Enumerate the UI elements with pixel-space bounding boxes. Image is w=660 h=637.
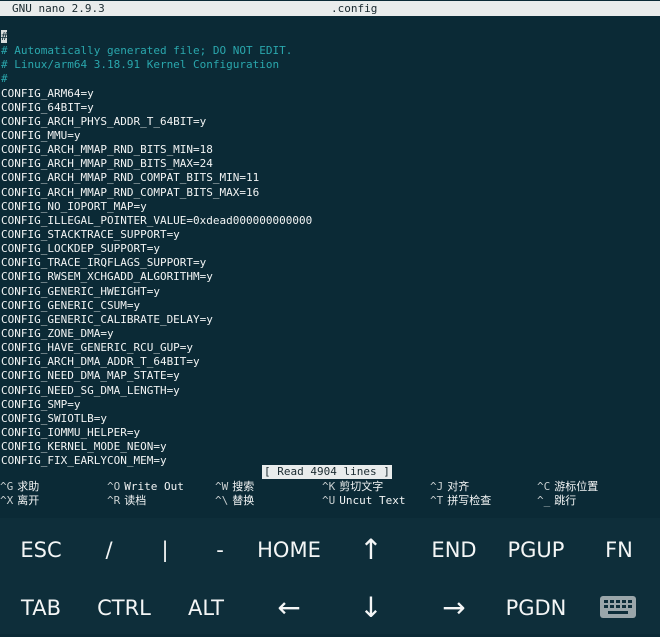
- shortcut-key: ^_: [537, 494, 551, 507]
- editor-line[interactable]: CONFIG_ARCH_MMAP_RND_COMPAT_BITS_MIN=11: [1, 171, 657, 185]
- shortcut-key: ^X: [0, 494, 14, 507]
- editor-line[interactable]: CONFIG_ZONE_DMA=y: [1, 327, 657, 341]
- shortcut-label: 搜索: [232, 480, 255, 493]
- shortcut-exit[interactable]: ^X 离开: [0, 494, 39, 508]
- terminal-window: GNU nano 2.9.3 .config # # Automatically…: [0, 0, 660, 518]
- status-message: [ Read 4904 lines ]: [262, 465, 392, 479]
- editor-line[interactable]: CONFIG_TRACE_IRQFLAGS_SUPPORT=y: [1, 256, 657, 270]
- shortcut-search[interactable]: ^W 搜索: [215, 480, 254, 494]
- editor-line[interactable]: # Linux/arm64 3.18.91 Kernel Configurati…: [1, 58, 657, 72]
- editor-line[interactable]: CONFIG_IOMMU_HELPER=y: [1, 426, 657, 440]
- editor-line[interactable]: CONFIG_ARCH_DMA_ADDR_T_64BIT=y: [1, 355, 657, 369]
- shortcut-key: ^\: [215, 494, 229, 507]
- key-tab[interactable]: TAB: [0, 579, 82, 637]
- shortcut-label: 求助: [17, 480, 40, 493]
- key-end[interactable]: END: [413, 521, 495, 579]
- key-up-arrow[interactable]: ↑: [330, 521, 412, 579]
- shortcut-key: ^T: [430, 494, 444, 507]
- shortcut-label: 剪切文字: [339, 480, 384, 493]
- key-left-arrow[interactable]: ←: [248, 579, 330, 637]
- editor-line[interactable]: CONFIG_ARCH_MMAP_RND_BITS_MIN=18: [1, 143, 657, 157]
- editor-line[interactable]: CONFIG_NEED_SG_DMA_LENGTH=y: [1, 384, 657, 398]
- shortcut-cursor-position[interactable]: ^C 游标位置: [537, 480, 598, 494]
- shortcut-bar: ^G 求助 ^O Write Out ^W 搜索 ^K 剪切文字 ^J 对齐 ^C 游标位置…: [0, 480, 660, 510]
- editor-line[interactable]: CONFIG_NEED_DMA_MAP_STATE=y: [1, 369, 657, 383]
- key-pgup[interactable]: PGUP: [495, 521, 577, 579]
- shortcut-key: ^G: [0, 480, 14, 493]
- shortcut-label: 读档: [124, 494, 147, 507]
- shortcut-label: 拼写检查: [447, 494, 492, 507]
- editor-line[interactable]: CONFIG_LOCKDEP_SUPPORT=y: [1, 242, 657, 256]
- key-right-arrow[interactable]: →: [413, 579, 495, 637]
- shortcut-key: ^C: [537, 480, 551, 493]
- key-alt[interactable]: ALT: [165, 579, 247, 637]
- editor-line[interactable]: CONFIG_ARCH_PHYS_ADDR_T_64BIT=y: [1, 115, 657, 129]
- text-cursor: #: [1, 30, 8, 43]
- shortcut-read-file[interactable]: ^R 读档: [107, 494, 146, 508]
- file-name: .config: [331, 2, 378, 15]
- editor-line[interactable]: CONFIG_ARCH_MMAP_RND_COMPAT_BITS_MAX=16: [1, 186, 657, 200]
- editor-line[interactable]: CONFIG_HAVE_GENERIC_RCU_GUP=y: [1, 341, 657, 355]
- shortcut-key: ^W: [215, 480, 229, 493]
- shortcut-go-to-line[interactable]: ^_ 跳行: [537, 494, 576, 508]
- editor-line[interactable]: CONFIG_SMP=y: [1, 398, 657, 412]
- editor-line[interactable]: CONFIG_NO_IOPORT_MAP=y: [1, 200, 657, 214]
- shortcut-justify[interactable]: ^J 对齐: [430, 480, 469, 494]
- shortcut-label: 离开: [17, 494, 40, 507]
- key-fn[interactable]: FN: [578, 521, 660, 579]
- editor-line[interactable]: CONFIG_GENERIC_HWEIGHT=y: [1, 285, 657, 299]
- shortcut-write-out[interactable]: ^O Write Out: [107, 480, 184, 494]
- editor-line[interactable]: # Automatically generated file; DO NOT E…: [1, 44, 657, 58]
- editor-line[interactable]: CONFIG_ILLEGAL_POINTER_VALUE=0xdead00000…: [1, 214, 657, 228]
- shortcut-key: ^K: [322, 480, 336, 493]
- shortcut-spell-check[interactable]: ^T 拼写检查: [430, 494, 491, 508]
- shortcut-label: 跳行: [554, 494, 577, 507]
- key-pgdn[interactable]: PGDN: [495, 579, 577, 637]
- shortcut-replace[interactable]: ^\ 替换: [215, 494, 254, 508]
- keyboard-icon[interactable]: [598, 592, 638, 622]
- shortcut-label: 游标位置: [554, 480, 599, 493]
- editor-line[interactable]: #: [1, 72, 657, 86]
- editor-line-cursor[interactable]: #: [1, 30, 657, 44]
- shortcut-uncut-text[interactable]: ^U Uncut Text: [322, 494, 405, 508]
- editor-line[interactable]: CONFIG_RWSEM_XCHGADD_ALGORITHM=y: [1, 270, 657, 284]
- editor-line[interactable]: CONFIG_ARCH_MMAP_RND_BITS_MAX=24: [1, 157, 657, 171]
- nano-version: GNU nano 2.9.3: [12, 2, 105, 15]
- key-ctrl[interactable]: CTRL: [83, 579, 165, 637]
- shortcut-label: 对齐: [447, 480, 470, 493]
- shortcut-cut-text[interactable]: ^K 剪切文字: [322, 480, 383, 494]
- editor-line[interactable]: CONFIG_SWIOTLB=y: [1, 412, 657, 426]
- editor-area[interactable]: # # Automatically generated file; DO NOT…: [1, 30, 657, 468]
- key-down-arrow[interactable]: ↓: [330, 579, 412, 637]
- editor-line[interactable]: CONFIG_ARM64=y: [1, 87, 657, 101]
- editor-line[interactable]: CONFIG_MMU=y: [1, 129, 657, 143]
- shortcut-label: Uncut Text: [339, 494, 406, 507]
- key-home[interactable]: HOME: [248, 521, 330, 579]
- shortcut-key: ^J: [430, 480, 444, 493]
- editor-line[interactable]: CONFIG_KERNEL_MODE_NEON=y: [1, 440, 657, 454]
- shortcut-key: ^R: [107, 494, 121, 507]
- shortcut-label: 替换: [232, 494, 255, 507]
- editor-line[interactable]: CONFIG_STACKTRACE_SUPPORT=y: [1, 228, 657, 242]
- editor-line[interactable]: CONFIG_64BIT=y: [1, 101, 657, 115]
- shortcut-help[interactable]: ^G 求助: [0, 480, 39, 494]
- shortcut-key: ^U: [322, 494, 336, 507]
- editor-line[interactable]: CONFIG_GENERIC_CALIBRATE_DELAY=y: [1, 313, 657, 327]
- nano-title-bar: GNU nano 2.9.3 .config: [0, 1, 660, 16]
- shortcut-label: Write Out: [124, 480, 184, 493]
- shortcut-key: ^O: [107, 480, 121, 493]
- editor-line[interactable]: CONFIG_GENERIC_CSUM=y: [1, 299, 657, 313]
